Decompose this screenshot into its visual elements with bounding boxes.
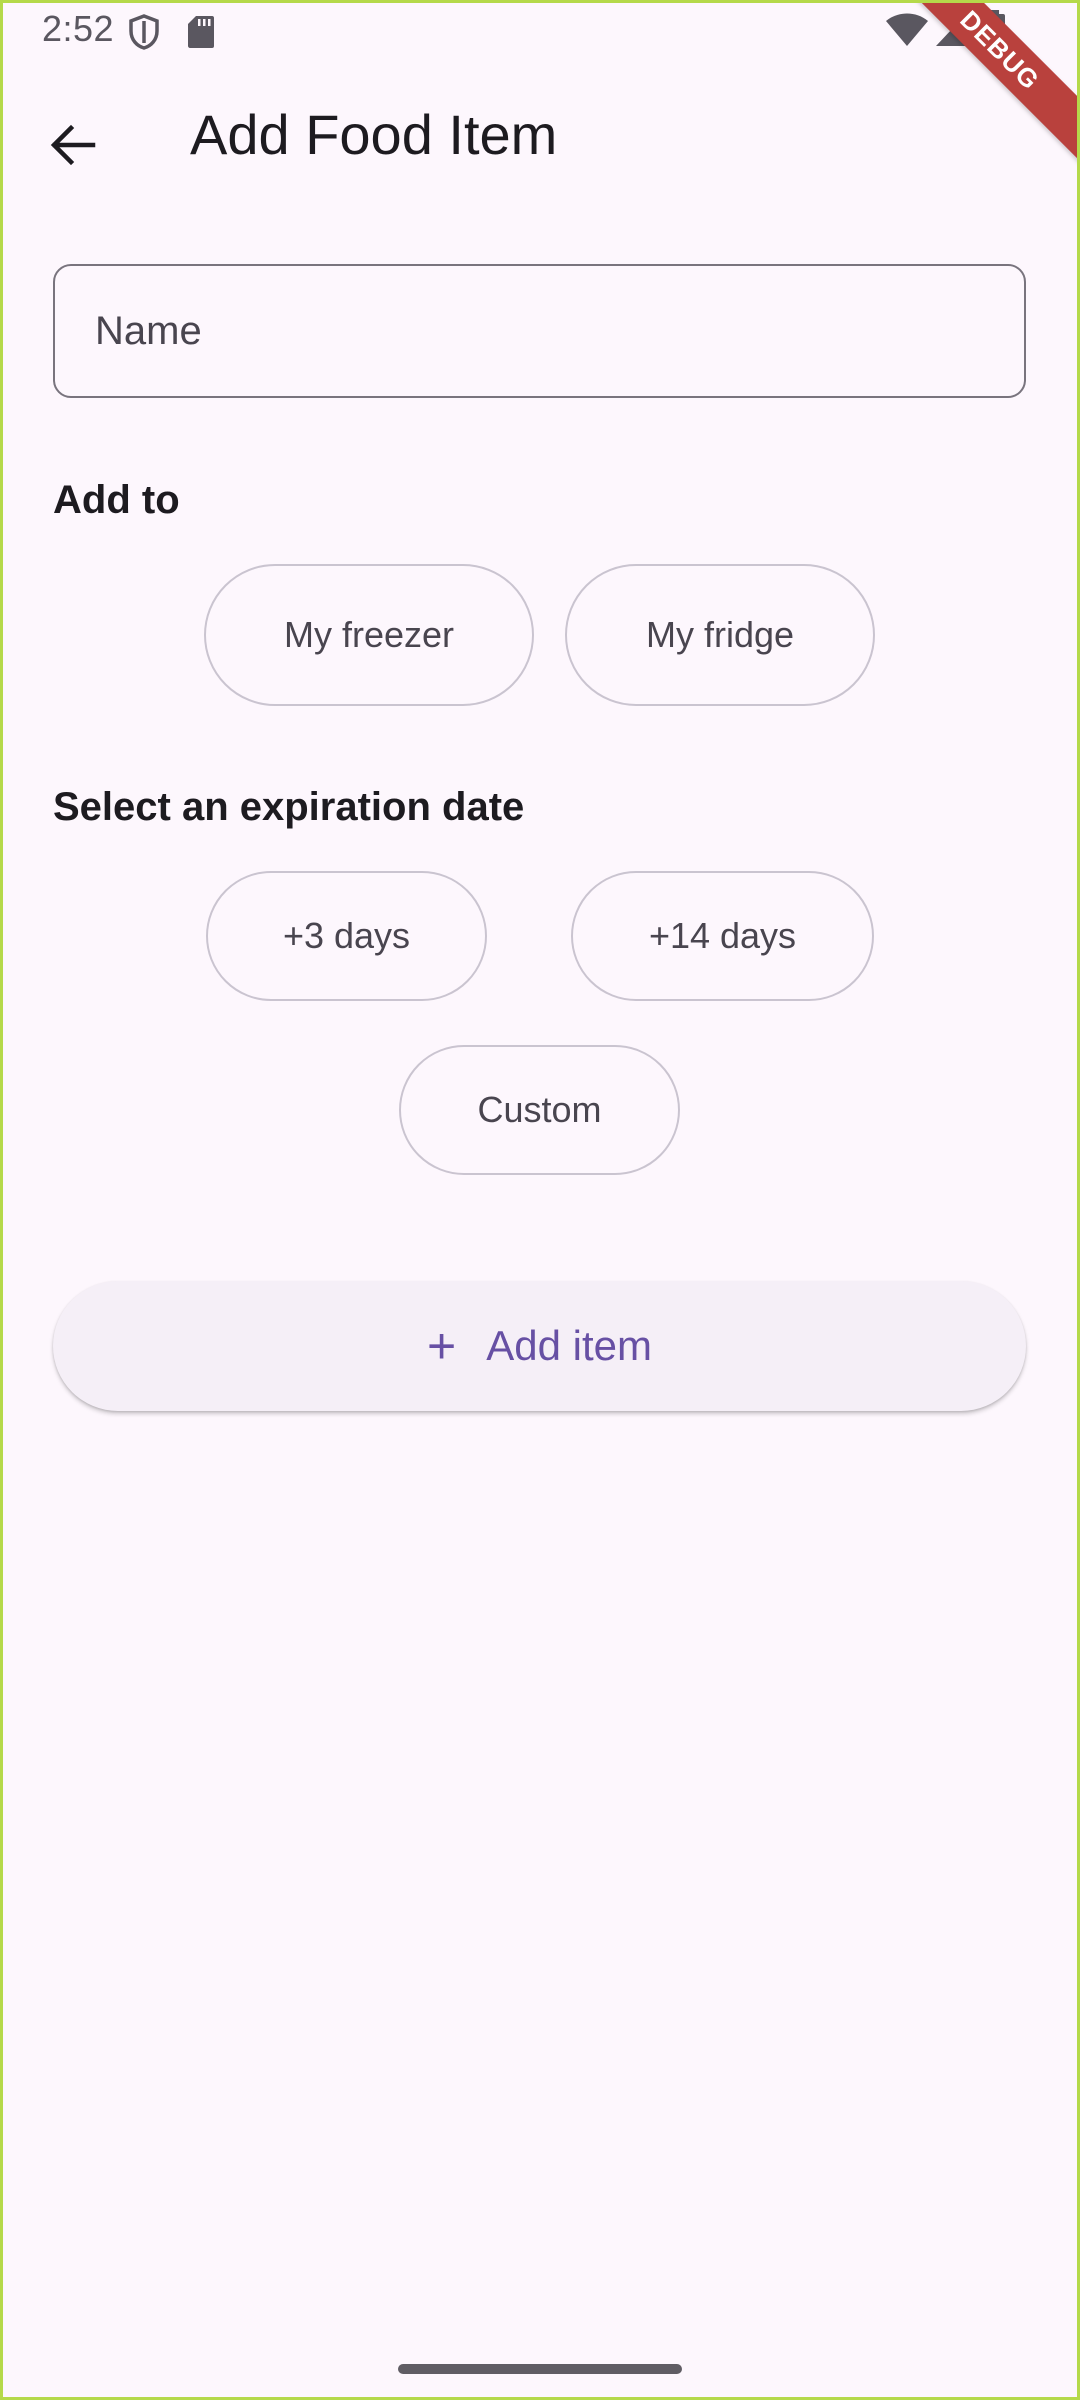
- status-time: 2:52: [42, 8, 115, 49]
- back-button[interactable]: [30, 102, 116, 188]
- chip-my-fridge[interactable]: My fridge: [565, 564, 875, 706]
- chip-14-days[interactable]: +14 days: [571, 871, 874, 1001]
- chip-label: +3 days: [282, 915, 411, 956]
- chip-label: My freezer: [283, 614, 455, 655]
- arrow-back-icon: [50, 124, 96, 166]
- chip-custom[interactable]: Custom: [399, 1045, 680, 1175]
- chip-my-freezer[interactable]: My freezer: [204, 564, 534, 706]
- home-indicator[interactable]: [398, 2364, 682, 2374]
- wifi-icon: [886, 13, 928, 46]
- chip-label: Custom: [477, 1089, 602, 1130]
- plus-icon: +: [427, 1318, 457, 1374]
- page-title: Add Food Item: [190, 103, 558, 166]
- add-item-label: Add item: [486, 1322, 652, 1369]
- expiration-label: Select an expiration date: [53, 785, 525, 829]
- chip-label: My fridge: [645, 614, 795, 655]
- chip-label: +14 days: [648, 915, 797, 956]
- shield-icon: [129, 14, 159, 50]
- chip-3-days[interactable]: +3 days: [206, 871, 487, 1001]
- status-bar: 2:52: [0, 0, 1080, 64]
- sd-card-icon: [188, 16, 214, 48]
- name-input[interactable]: [53, 264, 1026, 398]
- app-bar: Add Food Item: [0, 70, 1080, 200]
- add-item-button[interactable]: + Add item: [53, 1281, 1026, 1411]
- add-to-label: Add to: [53, 478, 180, 522]
